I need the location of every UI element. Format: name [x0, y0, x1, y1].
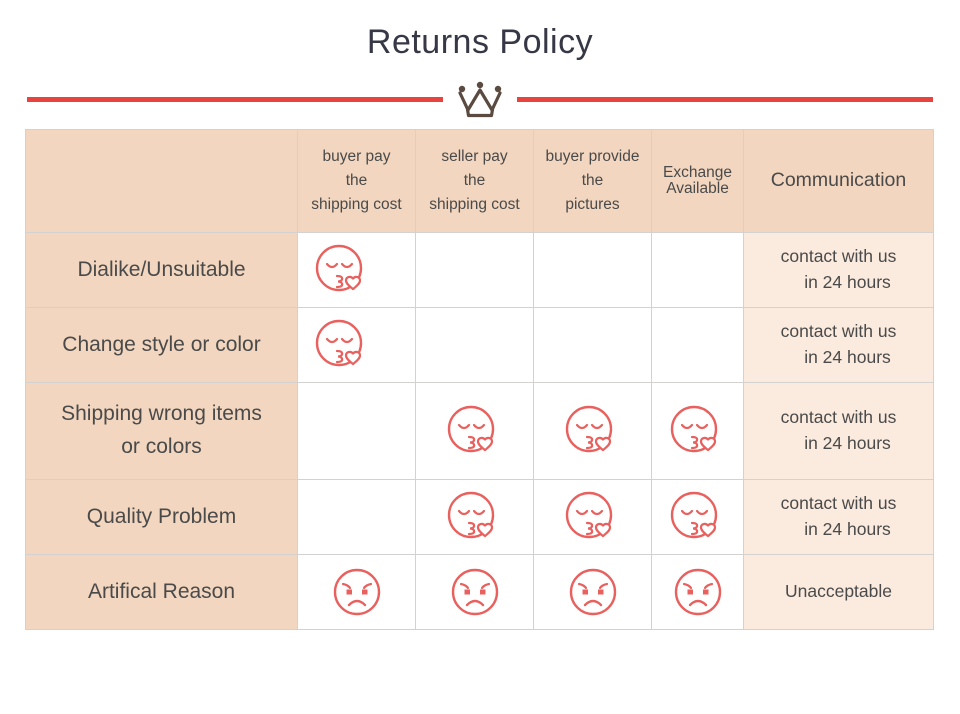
kiss-face-icon — [298, 242, 415, 298]
cell-exchange — [651, 478, 744, 555]
page-title: Returns Policy — [366, 23, 594, 61]
kiss-face-icon — [534, 489, 651, 545]
cell-seller-pay — [415, 231, 534, 308]
communication-line-1: contact with us — [780, 407, 897, 428]
header-corner-cell — [25, 128, 298, 233]
cell-communication: contact with us in 24 hours — [743, 478, 934, 555]
header-buyer-pay-shipping: buyer pay the shipping cost — [297, 128, 416, 233]
cell-seller-pay — [415, 306, 534, 383]
row-label-dialike-unsuitable: Dialike/Unsuitable — [25, 231, 298, 308]
kiss-face-icon — [416, 489, 533, 545]
kiss-face-icon — [534, 403, 651, 459]
header-line-2: the — [581, 171, 604, 189]
crown-icon — [443, 80, 517, 120]
header-line-2: the — [345, 171, 368, 189]
cell-buyer-pay — [297, 306, 416, 383]
table-row: Quality Problem contact with us in 24 ho… — [25, 478, 934, 555]
returns-policy-table-wrap: buyer pay the shipping cost seller pay t… — [25, 128, 934, 630]
cell-exchange — [651, 306, 744, 383]
sad-face-icon — [416, 564, 533, 620]
header-seller-pay-shipping: seller pay the shipping cost — [415, 128, 534, 233]
header-line-3: pictures — [565, 195, 620, 213]
header-communication: Communication — [743, 128, 934, 233]
cell-communication: Unacceptable — [743, 553, 934, 630]
sad-face-icon — [534, 564, 651, 620]
communication-line-1: contact with us — [780, 321, 897, 342]
table-row: Shipping wrong items or colors contact w… — [25, 381, 934, 480]
header-line-3: shipping cost — [429, 195, 520, 213]
kiss-face-icon — [652, 489, 743, 545]
cell-exchange — [651, 553, 744, 630]
table-row: Artifical Reason Unacceptable — [25, 553, 934, 630]
header-label: Communication — [770, 169, 907, 192]
row-label-text: Change style or color — [62, 332, 261, 356]
row-label-text: Shipping wrong items — [61, 402, 262, 426]
communication-line-1: Unacceptable — [784, 581, 893, 602]
communication-line-2: in 24 hours — [804, 518, 891, 539]
cell-buyer-pictures — [533, 553, 652, 630]
header-line-3: shipping cost — [311, 195, 402, 213]
divider-line-left — [27, 97, 443, 103]
returns-policy-table: buyer pay the shipping cost seller pay t… — [25, 128, 934, 630]
cell-buyer-pictures — [533, 478, 652, 555]
cell-buyer-pay — [297, 231, 416, 308]
table-header-row: buyer pay the shipping cost seller pay t… — [25, 128, 934, 233]
cell-buyer-pay — [297, 478, 416, 555]
cell-communication: contact with us in 24 hours — [743, 381, 934, 480]
sad-face-icon — [298, 564, 415, 620]
header-line-2: Available — [666, 179, 729, 197]
cell-seller-pay — [415, 553, 534, 630]
cell-buyer-pictures — [533, 306, 652, 383]
title-divider — [0, 77, 960, 123]
row-label-text: Artifical Reason — [87, 579, 236, 603]
kiss-face-icon — [298, 317, 415, 373]
cell-exchange — [651, 231, 744, 308]
header-line-1: buyer provide — [545, 147, 640, 165]
header-exchange-available: Exchange Available — [651, 128, 744, 233]
kiss-face-icon — [652, 403, 743, 459]
sad-face-icon — [652, 564, 743, 620]
communication-line-1: contact with us — [780, 493, 897, 514]
kiss-face-icon — [416, 403, 533, 459]
cell-exchange — [651, 381, 744, 480]
cell-seller-pay — [415, 381, 534, 480]
cell-communication: contact with us in 24 hours — [743, 306, 934, 383]
communication-line-2: in 24 hours — [804, 432, 891, 453]
row-label-change-style-or-color: Change style or color — [25, 306, 298, 383]
table-row: Change style or color contact with us in… — [25, 306, 934, 383]
row-label-artifical-reason: Artifical Reason — [25, 553, 298, 630]
cell-seller-pay — [415, 478, 534, 555]
communication-line-2: in 24 hours — [804, 346, 891, 367]
cell-buyer-pictures — [533, 381, 652, 480]
header-line-1: buyer pay — [322, 147, 391, 165]
cell-buyer-pay — [297, 553, 416, 630]
divider-line-right — [517, 97, 933, 103]
communication-line-1: contact with us — [780, 246, 897, 267]
table-row: Dialike/Unsuitable contact with us in 24… — [25, 231, 934, 308]
header-line-1: Exchange — [663, 164, 732, 182]
row-label-text: Quality Problem — [86, 504, 237, 528]
cell-buyer-pictures — [533, 231, 652, 308]
row-label-shipping-wrong-items: Shipping wrong items or colors — [25, 381, 298, 480]
row-label-text: Dialike/Unsuitable — [77, 257, 246, 281]
cell-communication: contact with us in 24 hours — [743, 231, 934, 308]
header-line-2: the — [463, 171, 486, 189]
cell-buyer-pay — [297, 381, 416, 480]
communication-line-2: in 24 hours — [804, 271, 891, 292]
header-line-1: seller pay — [441, 147, 508, 165]
row-label-text-line-2: or colors — [121, 434, 202, 458]
row-label-quality-problem: Quality Problem — [25, 478, 298, 555]
header-buyer-provide-pictures: buyer provide the pictures — [533, 128, 652, 233]
